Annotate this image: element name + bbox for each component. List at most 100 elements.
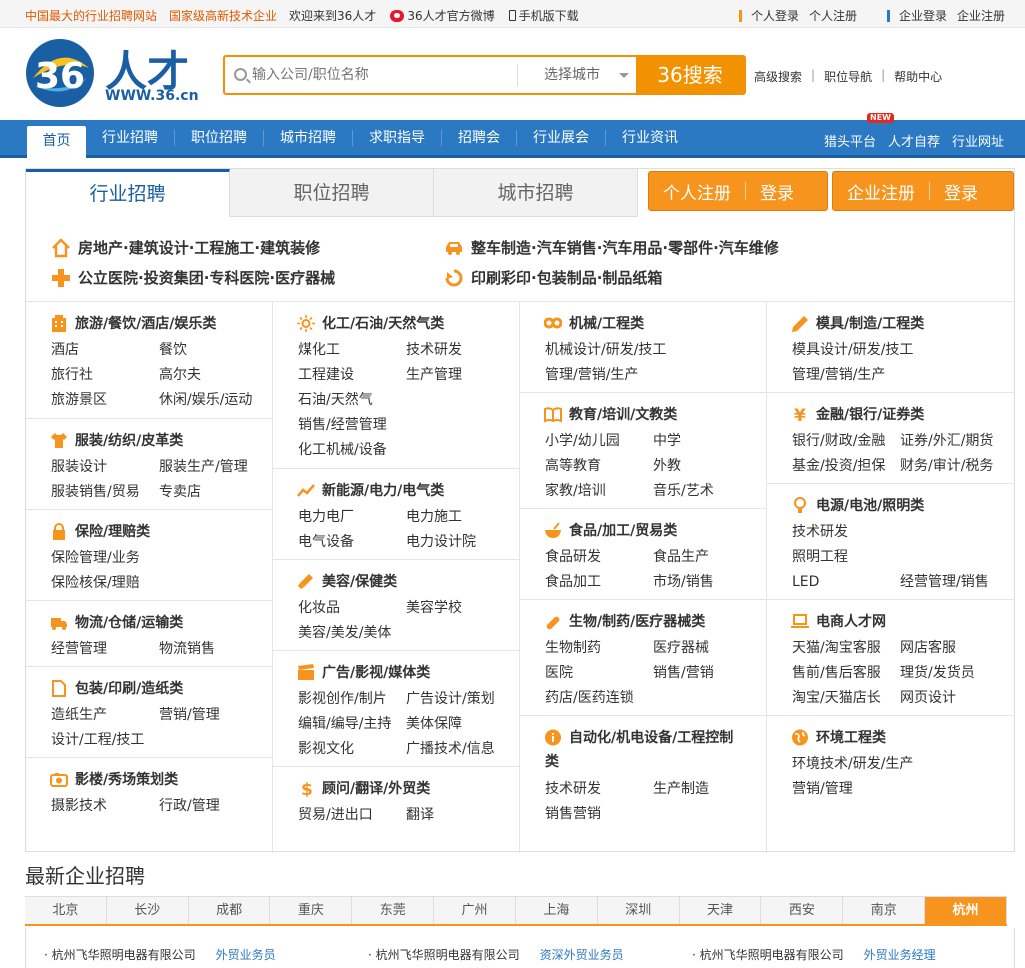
city-tab[interactable]: 广州 [434, 897, 516, 924]
nav-item-position[interactable]: 职位招聘 [174, 130, 263, 146]
site-logo[interactable]: 36 人才 WWW.36.cn [25, 38, 205, 108]
featured-realestate[interactable]: 房地产·建筑设计·工程施工·建筑装修 [51, 237, 320, 258]
category-title[interactable]: 模具/制造/工程类 [791, 313, 924, 333]
job-link[interactable]: 旅游景区 [51, 389, 159, 409]
job-link[interactable]: 基金/投资/担保 [792, 455, 900, 475]
job-link[interactable]: 煤化工 [298, 339, 406, 359]
category-title[interactable]: 旅游/餐饮/酒店/娱乐类 [50, 313, 216, 333]
city-tab[interactable]: 东莞 [352, 897, 435, 924]
job-link[interactable]: 销售/营销 [653, 662, 761, 682]
city-select[interactable]: 选择城市 [517, 64, 635, 86]
job-link[interactable]: 酒店 [51, 339, 159, 359]
search-input[interactable] [252, 64, 512, 86]
city-tab[interactable]: 北京 [25, 897, 107, 924]
job-link[interactable]: 生物制药 [545, 637, 653, 657]
personal-register-button[interactable]: 个人注册 [649, 179, 745, 204]
job-link[interactable]: 照明工程 [792, 546, 900, 566]
job-link[interactable]: 生产制造 [653, 778, 761, 798]
company-link[interactable]: · 杭州飞华照明电器有限公司 [368, 948, 520, 962]
job-link[interactable]: 中学 [653, 430, 761, 450]
job-link[interactable]: 音乐/艺术 [653, 480, 761, 500]
job-link[interactable]: 机械设计/研发/技工 [545, 339, 666, 359]
category-title[interactable]: 包装/印刷/造纸类 [50, 678, 183, 698]
job-link[interactable]: 化工机械/设备 [298, 439, 387, 459]
job-link[interactable]: 餐饮 [159, 339, 267, 359]
company-login-button[interactable]: 登录 [930, 179, 992, 204]
job-link[interactable]: 电力设计院 [406, 531, 514, 551]
job-link[interactable]: 淘宝/天猫店长 [792, 687, 900, 707]
position-link[interactable]: 资深外贸业务员 [540, 948, 624, 962]
tab-position[interactable]: 职位招聘 [230, 169, 434, 217]
city-tab-active[interactable]: 杭州 [925, 897, 1007, 924]
nav-home[interactable]: 首页 [27, 126, 86, 158]
job-link[interactable]: 高等教育 [545, 455, 653, 475]
category-title[interactable]: 保险/理赔类 [50, 521, 150, 541]
personal-register-link[interactable]: 个人注册 [809, 7, 857, 24]
job-link[interactable]: 小学/幼儿园 [545, 430, 653, 450]
job-link[interactable]: 市场/销售 [653, 571, 761, 591]
job-link[interactable]: 广告设计/策划 [406, 688, 514, 708]
job-link[interactable]: 工程建设 [298, 364, 406, 384]
job-link[interactable]: 食品研发 [545, 546, 653, 566]
category-title[interactable]: $ 顾问/翻译/外贸类 [297, 778, 430, 798]
job-link[interactable]: 食品加工 [545, 571, 653, 591]
city-tab[interactable]: 成都 [189, 897, 271, 924]
company-link[interactable]: · 杭州飞华照明电器有限公司 [692, 948, 844, 962]
job-link[interactable]: 经营管理/销售 [900, 571, 1008, 591]
job-link[interactable]: LED [792, 574, 900, 590]
nav-self-recommend[interactable]: 人才自荐 [888, 131, 940, 150]
category-title[interactable]: ¥ 金融/银行/证券类 [791, 404, 924, 424]
nav-item-fair[interactable]: 招聘会 [441, 130, 516, 146]
job-link[interactable]: 行政/管理 [159, 795, 267, 815]
job-link[interactable]: 食品生产 [653, 546, 761, 566]
job-link[interactable]: 广播技术/信息 [406, 738, 514, 758]
job-link[interactable]: 医疗器械 [653, 637, 761, 657]
job-link[interactable]: 美容/美发/美体 [298, 622, 391, 642]
job-link[interactable]: 天猫/淘宝客服 [792, 637, 900, 657]
job-link[interactable]: 家教/培训 [545, 480, 653, 500]
nav-item-city[interactable]: 城市招聘 [263, 130, 352, 146]
job-link[interactable]: 编辑/编导/主持 [298, 713, 406, 733]
category-title[interactable]: 化工/石油/天然气类 [297, 313, 444, 333]
tab-city[interactable]: 城市招聘 [434, 169, 638, 217]
city-tab[interactable]: 西安 [761, 897, 844, 924]
job-link[interactable]: 医院 [545, 662, 653, 682]
job-link[interactable]: 物流销售 [159, 638, 267, 658]
job-link[interactable]: 摄影技术 [51, 795, 159, 815]
job-link[interactable]: 翻译 [406, 804, 514, 824]
job-link[interactable]: 技术研发 [406, 339, 514, 359]
job-link[interactable]: 影视文化 [298, 738, 406, 758]
job-link[interactable]: 电气设备 [298, 531, 406, 551]
category-title[interactable]: 新能源/电力/电气类 [297, 480, 444, 500]
city-tab[interactable]: 长沙 [107, 897, 189, 924]
job-link[interactable]: 服装设计 [51, 456, 159, 476]
job-link[interactable]: 保险核保/理赔 [51, 572, 140, 592]
job-link[interactable]: 营销/管理 [159, 704, 267, 724]
search-button[interactable]: 36搜索 [636, 57, 744, 93]
category-title[interactable]: 机械/工程类 [544, 313, 644, 333]
city-tab[interactable]: 深圳 [598, 897, 680, 924]
nav-headhunter[interactable]: 猎头平台 [824, 131, 876, 150]
job-link[interactable]: 银行/财政/金融 [792, 430, 900, 450]
category-title[interactable]: 电源/电池/照明类 [791, 495, 924, 515]
job-nav-link[interactable]: 职位导航 [824, 68, 872, 85]
company-login-link[interactable]: 企业登录 [899, 7, 947, 24]
job-link[interactable]: 化妆品 [298, 597, 406, 617]
job-link[interactable]: 休闲/娱乐/运动 [159, 389, 267, 409]
job-link[interactable]: 营销/管理 [792, 778, 853, 798]
category-title[interactable]: 自动化/机电设备/工程控制 [544, 727, 733, 747]
category-title[interactable]: 电商人才网 [791, 611, 886, 631]
help-center-link[interactable]: 帮助中心 [894, 68, 942, 85]
job-link[interactable]: 网页设计 [900, 687, 1008, 707]
tab-industry[interactable]: 行业招聘 [26, 169, 230, 217]
job-link[interactable]: 服装销售/贸易 [51, 481, 159, 501]
city-tab[interactable]: 天津 [680, 897, 762, 924]
featured-printing[interactable]: 印刷彩印·包装制品·制品纸箱 [444, 267, 662, 288]
job-link[interactable]: 影视创作/制片 [298, 688, 406, 708]
job-link[interactable]: 管理/营销/生产 [792, 364, 885, 384]
category-title[interactable]: 生物/制药/医疗器械类 [544, 611, 705, 631]
job-link[interactable]: 网店客服 [900, 637, 1008, 657]
city-tab[interactable]: 重庆 [270, 897, 353, 924]
city-tab[interactable]: 上海 [516, 897, 598, 924]
job-link[interactable]: 贸易/进出口 [298, 804, 406, 824]
